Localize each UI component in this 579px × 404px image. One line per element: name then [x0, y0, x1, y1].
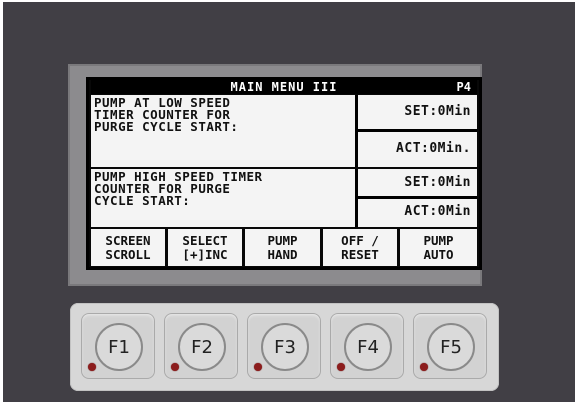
low-speed-timer-panel: PUMP AT LOW SPEED TIMER COUNTER FOR PURG… [91, 95, 477, 167]
softkey-off-reset[interactable]: OFF / RESET [323, 229, 397, 266]
lcd-display: MAIN MENU III P4 PUMP AT LOW SPEED TIMER… [86, 77, 482, 270]
description-line: PURGE CYCLE START: [94, 119, 239, 134]
softkey-label: [+]INC [182, 246, 228, 262]
f3-label: F3 [261, 323, 309, 371]
description-line: CYCLE START: [94, 193, 191, 208]
function-keypad: F1 F2 F3 F4 F5 [70, 303, 499, 391]
actual-value: ACT:0Min [404, 204, 471, 219]
softkey-label: SCREEN [105, 232, 151, 248]
f5-button[interactable]: F5 [413, 313, 487, 379]
f2-label: F2 [178, 323, 226, 371]
softkey-pump-auto[interactable]: PUMP AUTO [400, 229, 477, 266]
led-indicator [88, 363, 96, 371]
softkey-pump-hand[interactable]: PUMP HAND [245, 229, 320, 266]
screen-page-number: P4 [456, 80, 471, 94]
softkey-bar: SCREEN SCROLL SELECT [+]INC PUMP HAND OF… [91, 229, 477, 266]
f4-button[interactable]: F4 [330, 313, 404, 379]
softkey-select-inc[interactable]: SELECT [+]INC [168, 229, 242, 266]
f2-button[interactable]: F2 [164, 313, 238, 379]
led-indicator [254, 363, 262, 371]
led-indicator [420, 363, 428, 371]
softkey-label: SCROLL [105, 246, 151, 262]
actual-value: ACT:0Min. [396, 141, 471, 156]
led-indicator [337, 363, 345, 371]
softkey-label: AUTO [423, 246, 454, 262]
softkey-label: OFF / [341, 232, 379, 248]
f1-button[interactable]: F1 [81, 313, 155, 379]
softkey-screen-scroll[interactable]: SCREEN SCROLL [91, 229, 165, 266]
softkey-label: PUMP [423, 232, 454, 248]
high-speed-timer-panel: PUMP HIGH SPEED TIMER COUNTER FOR PURGE … [91, 169, 477, 227]
value-divider [358, 196, 477, 199]
led-indicator [171, 363, 179, 371]
set-value: SET:0Min [404, 175, 471, 190]
set-value: SET:0Min [404, 104, 471, 119]
screen-title-bar: MAIN MENU III P4 [91, 80, 477, 94]
f3-button[interactable]: F3 [247, 313, 321, 379]
softkey-label: RESET [341, 246, 379, 262]
f5-label: F5 [427, 323, 475, 371]
panel-description: PUMP AT LOW SPEED TIMER COUNTER FOR PURG… [94, 96, 346, 134]
f4-label: F4 [344, 323, 392, 371]
softkey-label: SELECT [182, 232, 228, 248]
panel-description: PUMP HIGH SPEED TIMER COUNTER FOR PURGE … [94, 170, 346, 208]
f1-label: F1 [95, 323, 143, 371]
screen-title: MAIN MENU III [230, 80, 338, 94]
value-divider [358, 129, 477, 132]
softkey-label: HAND [267, 246, 298, 262]
softkey-label: PUMP [267, 232, 298, 248]
